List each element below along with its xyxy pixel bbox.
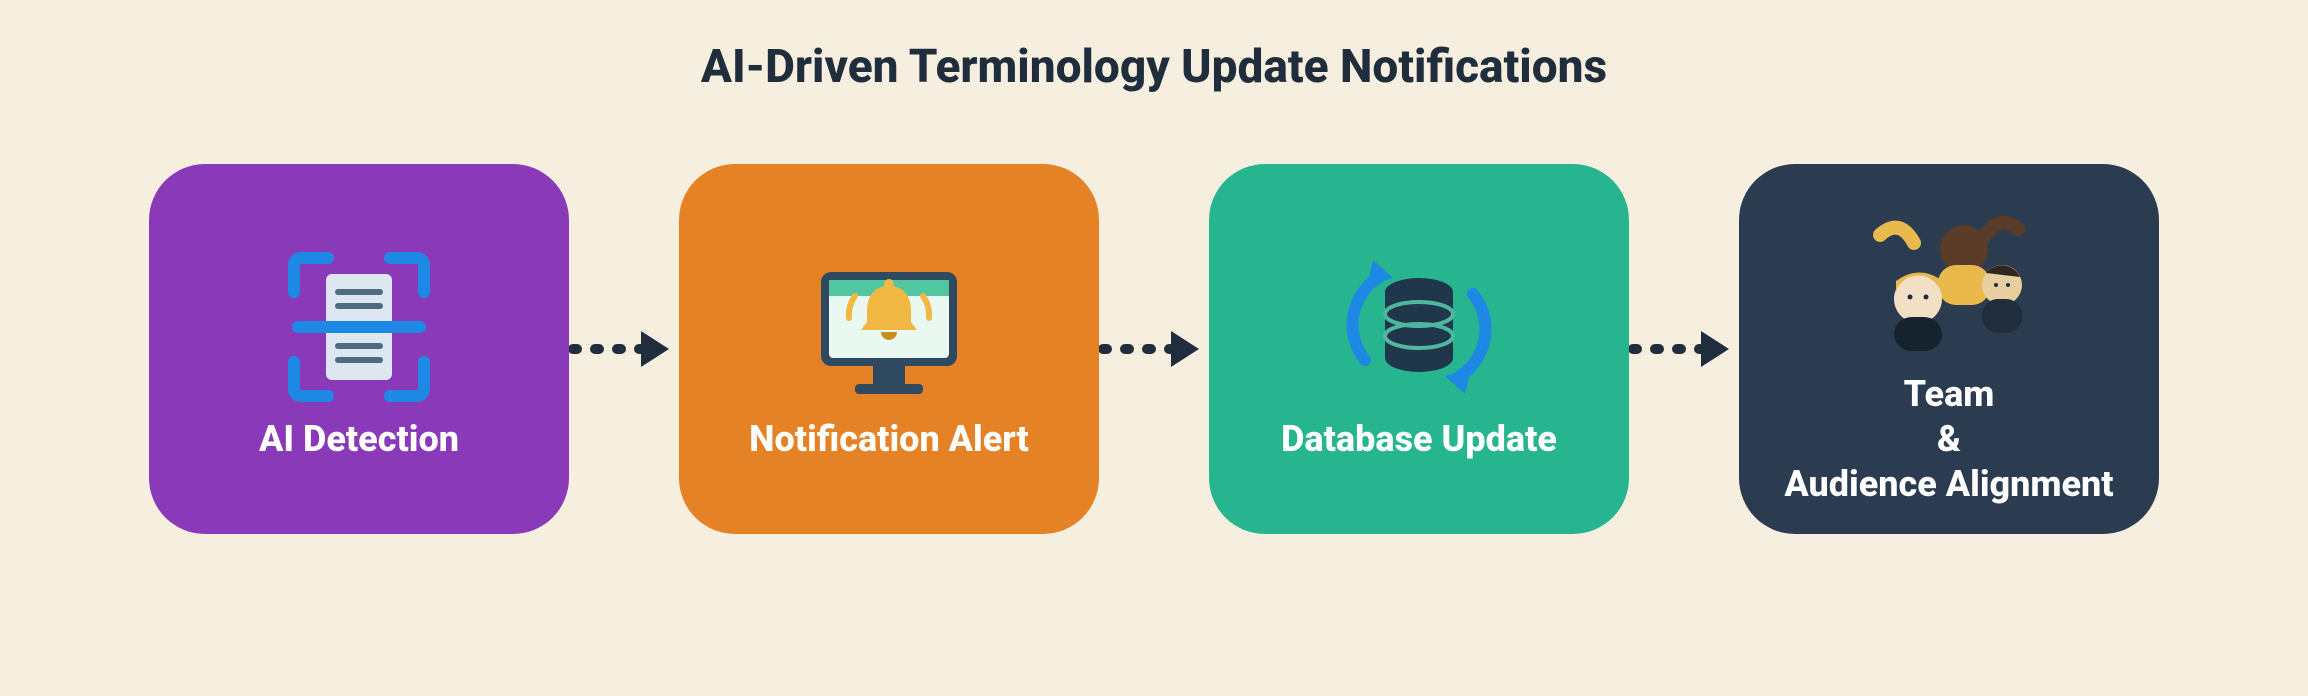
database-sync-icon [1329, 237, 1509, 417]
step-team-audience-alignment: Team&Audience Alignment [1739, 164, 2159, 534]
document-scan-icon [274, 237, 444, 417]
arrow-icon [1099, 325, 1209, 373]
arrow-icon [1629, 325, 1739, 373]
arrow-icon [569, 325, 679, 373]
step-ai-detection: AI Detection [149, 164, 569, 534]
monitor-bell-icon [799, 237, 979, 417]
step-label: Database Update [1281, 417, 1557, 462]
process-flow: AI Detection [0, 164, 2308, 534]
step-label: Notification Alert [749, 417, 1029, 462]
step-notification-alert: Notification Alert [679, 164, 1099, 534]
team-icon [1854, 192, 2044, 372]
step-database-update: Database Update [1209, 164, 1629, 534]
step-label: AI Detection [259, 417, 459, 462]
page-title: AI-Driven Terminology Update Notificatio… [0, 0, 2308, 94]
step-label: Team&Audience Alignment [1784, 372, 2113, 507]
